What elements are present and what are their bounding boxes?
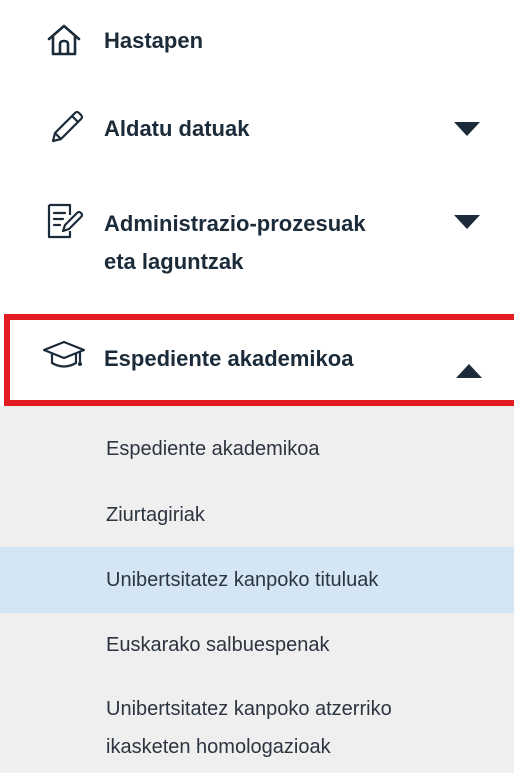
submenu-item-euskarako-salbuespenak[interactable]: Euskarako salbuespenak [0,628,514,662]
chevron-down-icon[interactable] [454,122,480,136]
nav-item-label: Hastapen [104,28,204,53]
submenu-item-label: Unibertsitatez kanpoko tituluak [106,569,379,591]
nav-item-label-line1: Administrazio-prozesuak [104,211,366,236]
pencil-icon [51,110,84,143]
document-edit-icon [47,203,84,239]
graduation-cap-icon [42,340,86,368]
nav-item-administrazio-prozesuak[interactable]: Administrazio-prozesuak eta laguntzak [0,195,514,287]
side-navigation-menu: Hastapen Aldatu datuak Administrazio-pro… [0,0,514,773]
submenu-item-atzerriko-ikasketen-homologazioak[interactable]: Unibertsitatez kanpoko atzerriko ikasket… [0,692,514,764]
chevron-down-icon[interactable] [454,215,480,229]
nav-item-label-line2: eta laguntzak [104,249,244,274]
submenu-item-label-line2: ikasketen homologazioak [106,736,331,758]
submenu-item-espediente-akademikoa[interactable]: Espediente akademikoa [0,432,514,466]
chevron-up-icon[interactable] [456,364,482,378]
submenu-espediente-akademikoa: Espediente akademikoa Ziurtagiriak Unibe… [0,406,514,773]
nav-item-espediente-akademikoa[interactable]: Espediente akademikoa [0,320,514,400]
submenu-item-label-line1: Unibertsitatez kanpoko atzerriko [106,698,392,720]
submenu-item-ziurtagiriak[interactable]: Ziurtagiriak [0,498,514,532]
nav-item-label: Aldatu datuak [104,116,250,141]
submenu-item-unibertsitatez-kanpoko-tituluak[interactable]: Unibertsitatez kanpoko tituluak [0,547,514,613]
home-icon [47,24,81,56]
nav-item-hastapen[interactable]: Hastapen [0,10,514,60]
nav-item-label: Espediente akademikoa [104,346,354,371]
nav-item-aldatu-datuak[interactable]: Aldatu datuak [0,100,514,156]
